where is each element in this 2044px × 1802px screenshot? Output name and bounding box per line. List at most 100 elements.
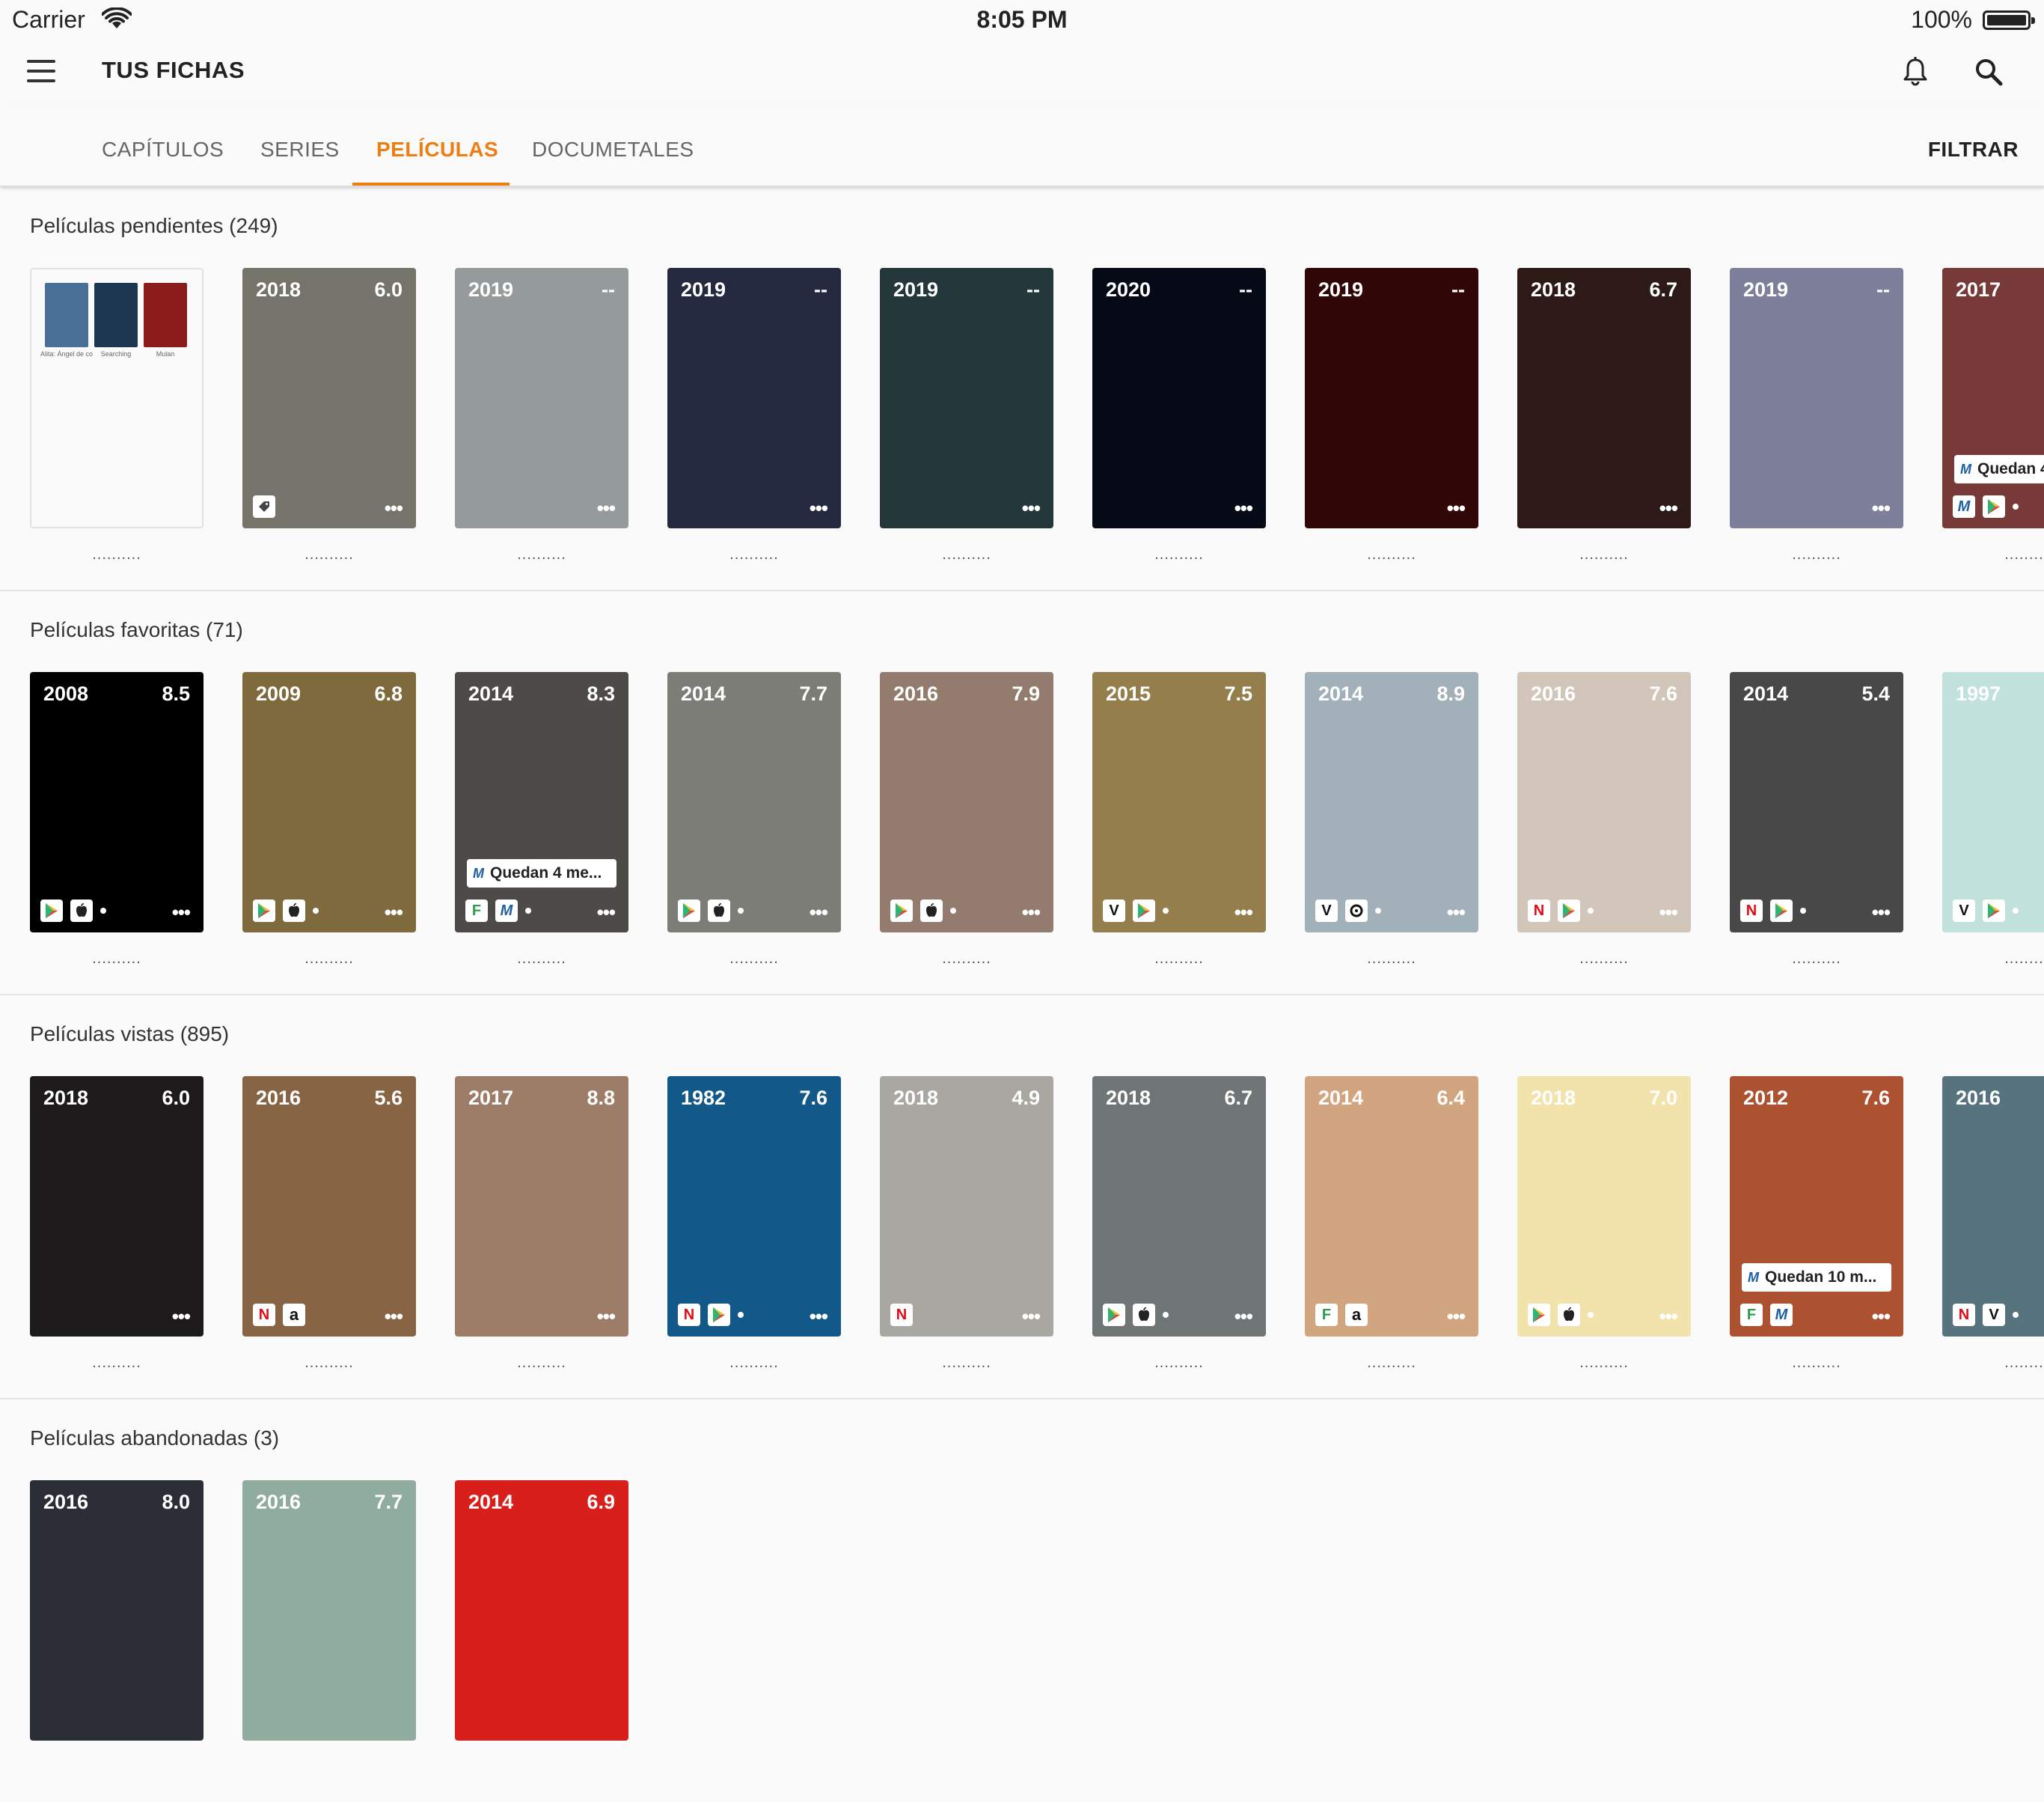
movie-card[interactable]: 2012 7.6 M Quedan 10 m... F M •••	[1730, 1076, 1903, 1337]
more-options-icon[interactable]: •••	[1872, 902, 1891, 922]
more-options-icon[interactable]: •••	[1447, 498, 1466, 518]
card-rating: 7.7	[799, 682, 827, 705]
hamburger-menu-icon[interactable]	[27, 60, 57, 82]
provider-icons: Na	[253, 1304, 305, 1326]
movistar-icon: M	[473, 865, 484, 881]
movie-card[interactable]: 2014 6.4 Fa •••	[1305, 1076, 1478, 1337]
pending-collage-card[interactable]: Alita: Ángel de co... Searching Mulan	[30, 268, 204, 528]
apple-itunes-icon	[1558, 1304, 1580, 1326]
movie-card[interactable]: 2019 -- •••	[667, 268, 841, 528]
movie-card[interactable]: 2014 6.9	[455, 1480, 628, 1741]
tab-capitulos[interactable]: CAPÍTULOS	[102, 138, 224, 162]
movie-card[interactable]: 2016 7.7	[242, 1480, 416, 1741]
movie-card[interactable]: 2018 6.0 •••	[242, 268, 416, 528]
more-options-icon[interactable]: •••	[810, 902, 828, 922]
movie-card[interactable]: 2018 6.0 •••	[30, 1076, 204, 1337]
card-year: 2014	[681, 682, 726, 705]
more-options-icon[interactable]: •••	[172, 1307, 191, 1326]
card-year: 2016	[1956, 1087, 2001, 1109]
more-options-icon[interactable]: •••	[1447, 902, 1466, 922]
movie-card[interactable]: 2014 8.3 M Quedan 4 me... F M •••	[455, 672, 628, 932]
more-providers-dot	[1588, 1312, 1594, 1318]
card-rating: 6.7	[1649, 278, 1677, 301]
card-year: 2016	[43, 1491, 89, 1513]
movie-card[interactable]: 1997V•••	[1942, 672, 2044, 932]
section-title[interactable]: Películas favoritas (71)	[30, 618, 243, 642]
movie-card[interactable]: 2009 6.8 •••	[242, 672, 416, 932]
movie-card[interactable]: 1982 7.6 N •••	[667, 1076, 841, 1337]
vodafone-tv-icon: V	[1983, 1304, 2005, 1326]
movie-card[interactable]: 2018 6.7 •••	[1092, 1076, 1266, 1337]
card-caption: ..........	[942, 1354, 991, 1371]
movie-card[interactable]: 2015 7.5 V •••	[1092, 672, 1266, 932]
more-options-icon[interactable]: •••	[1022, 498, 1041, 518]
filter-button[interactable]: FILTRAR	[1928, 138, 2019, 162]
card-rating: 7.6	[1649, 682, 1677, 705]
movie-card[interactable]: 2017MQuedan 4M•••	[1942, 268, 2044, 528]
more-options-icon[interactable]: •••	[597, 498, 616, 518]
movie-card[interactable]: 2008 8.5 •••	[30, 672, 204, 932]
movie-card[interactable]: 2014 8.9 V •••	[1305, 672, 1478, 932]
more-options-icon[interactable]: •••	[1659, 498, 1678, 518]
tab-peliculas[interactable]: PELÍCULAS	[376, 138, 498, 162]
poster-caption: Mulan	[156, 350, 175, 358]
section-title[interactable]: Películas vistas (895)	[30, 1022, 229, 1046]
amazon-prime-icon: a	[283, 1304, 305, 1326]
section-title[interactable]: Películas abandonadas (3)	[30, 1426, 279, 1450]
more-options-icon[interactable]: •••	[385, 902, 403, 922]
movistar-icon: M	[495, 900, 518, 922]
expiring-note-badge: M Quedan 10 m...	[1742, 1263, 1891, 1292]
provider-icons: N	[890, 1304, 913, 1326]
card-caption: ..........	[1367, 1354, 1416, 1371]
section-title[interactable]: Películas pendientes (249)	[30, 214, 278, 238]
more-options-icon[interactable]: •••	[1872, 498, 1891, 518]
more-options-icon[interactable]: •••	[1022, 902, 1041, 922]
movistar-icon: M	[1748, 1269, 1759, 1285]
movie-section: Películas vistas (895) 2018 6.0 •••........…	[0, 994, 2044, 1399]
more-options-icon[interactable]: •••	[385, 498, 403, 518]
more-options-icon[interactable]: •••	[1234, 1307, 1253, 1326]
tab-documentales[interactable]: DOCUMETALES	[532, 138, 694, 162]
card-year: 2015	[1106, 682, 1151, 705]
tab-series[interactable]: SERIES	[260, 138, 340, 162]
movie-card[interactable]: 2014 7.7 •••	[667, 672, 841, 932]
notifications-bell-icon[interactable]	[1899, 55, 1932, 88]
search-icon[interactable]	[1972, 55, 2005, 88]
movie-card[interactable]: 2020 -- •••	[1092, 268, 1266, 528]
more-options-icon[interactable]: •••	[1659, 902, 1678, 922]
more-options-icon[interactable]: •••	[1234, 498, 1253, 518]
more-options-icon[interactable]: •••	[810, 1307, 828, 1326]
card-rating: 7.9	[1012, 682, 1040, 705]
apple-itunes-icon	[70, 900, 93, 922]
movie-card[interactable]: 2014 5.4 N •••	[1730, 672, 1903, 932]
movie-card[interactable]: 2016 7.9 •••	[880, 672, 1053, 932]
movie-card[interactable]: 2018 7.0 •••	[1517, 1076, 1691, 1337]
movie-card[interactable]: 2016NV•••	[1942, 1076, 2044, 1337]
more-options-icon[interactable]: •••	[597, 902, 616, 922]
more-options-icon[interactable]: •••	[1659, 1307, 1678, 1326]
provider-icons	[1528, 1304, 1594, 1326]
more-options-icon[interactable]: •••	[385, 1307, 403, 1326]
more-options-icon[interactable]: •••	[597, 1307, 616, 1326]
movie-card[interactable]: 2016 7.6 N •••	[1517, 672, 1691, 932]
card-rating: 8.9	[1436, 682, 1465, 705]
more-options-icon[interactable]: •••	[172, 902, 191, 922]
expiring-note-badge: M Quedan 4	[1954, 455, 2044, 483]
more-options-icon[interactable]: •••	[810, 498, 828, 518]
google-play-icon	[1983, 900, 2005, 922]
more-options-icon[interactable]: •••	[1022, 1307, 1041, 1326]
more-options-icon[interactable]: •••	[1234, 902, 1253, 922]
movie-card[interactable]: 2018 4.9 N •••	[880, 1076, 1053, 1337]
movie-card[interactable]: 2018 6.7 •••	[1517, 268, 1691, 528]
card-caption: ..........	[1154, 1354, 1204, 1371]
movie-card[interactable]: 2019 -- •••	[1730, 268, 1903, 528]
movie-card[interactable]: 2016 8.0	[30, 1480, 204, 1741]
more-options-icon[interactable]: •••	[1872, 1307, 1891, 1326]
movie-card[interactable]: 2019 -- •••	[455, 268, 628, 528]
movie-card[interactable]: 2019 -- •••	[1305, 268, 1478, 528]
movie-card[interactable]: 2016 5.6 Na •••	[242, 1076, 416, 1337]
movie-card[interactable]: 2017 8.8 •••	[455, 1076, 628, 1337]
movie-card[interactable]: 2019 -- •••	[880, 268, 1053, 528]
more-options-icon[interactable]: •••	[1447, 1307, 1466, 1326]
card-rating: --	[1239, 278, 1252, 301]
